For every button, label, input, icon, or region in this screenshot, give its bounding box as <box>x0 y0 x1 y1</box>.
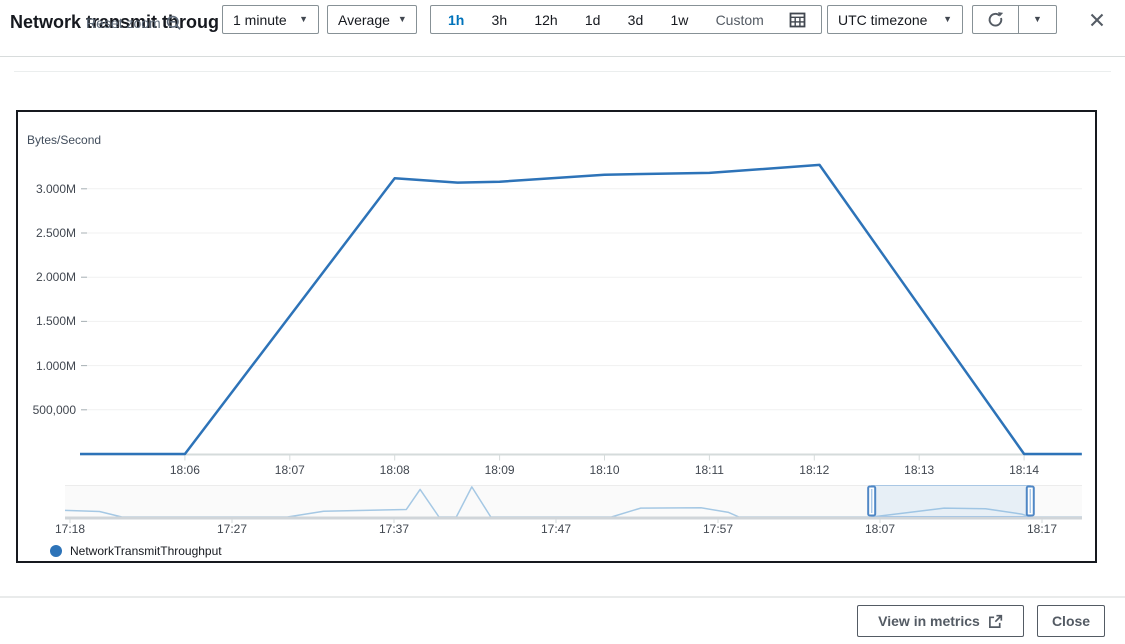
navigator-tick-label: 18:17 <box>1027 523 1057 536</box>
reset-zoom-label: Reset zoom <box>86 15 161 31</box>
statistic-select[interactable]: Average ▼ <box>327 5 417 34</box>
time-range-selector: 1h 3h 12h 1d 3d 1w Custom <box>430 5 822 34</box>
legend-series-dot <box>50 545 62 557</box>
view-in-metrics-button[interactable]: View in metrics <box>857 605 1024 637</box>
x-axis-tick-label: 18:07 <box>275 464 305 477</box>
chevron-down-icon: ▼ <box>299 15 308 24</box>
refresh-icon <box>987 11 1004 28</box>
footer-divider <box>0 596 1125 598</box>
y-axis-tick-label: 500,000 <box>18 403 76 417</box>
metric-chart[interactable] <box>18 112 1095 561</box>
metric-popout-modal: { "header": { "title": "Network transmit… <box>0 0 1125 644</box>
time-range-1d[interactable]: 1d <box>583 12 603 28</box>
content-divider <box>14 71 1111 72</box>
y-axis-tick-label: 3.000M <box>18 182 76 196</box>
navigator-tick-label: 17:18 <box>55 523 85 536</box>
refresh-options-button[interactable]: ▼ <box>1018 6 1056 33</box>
time-range-3d[interactable]: 3d <box>626 12 646 28</box>
time-range-12h[interactable]: 12h <box>532 12 559 28</box>
time-range-1h[interactable]: 1h <box>446 12 466 28</box>
legend-series-label[interactable]: NetworkTransmitThroughput <box>70 544 222 558</box>
navigator-tick-label: 17:57 <box>703 523 733 536</box>
y-axis-tick-label: 1.000M <box>18 359 76 373</box>
x-axis-tick-label: 18:13 <box>904 464 934 477</box>
header-divider <box>0 56 1125 57</box>
close-button-label: Close <box>1052 613 1090 629</box>
chart-panel: Bytes/Second NetworkTransmitThroughput 5… <box>16 110 1097 563</box>
navigator-tick-label: 17:37 <box>379 523 409 536</box>
x-axis-tick-label: 18:09 <box>485 464 515 477</box>
navigator-tick-label: 18:07 <box>865 523 895 536</box>
chevron-down-icon: ▼ <box>1033 15 1042 24</box>
chevron-down-icon: ▼ <box>398 15 407 24</box>
x-axis-tick-label: 18:08 <box>380 464 410 477</box>
y-axis-tick-label: 2.500M <box>18 226 76 240</box>
view-in-metrics-label: View in metrics <box>878 613 980 629</box>
period-select-value: 1 minute <box>233 12 287 28</box>
y-axis-tick-label: 1.500M <box>18 314 76 328</box>
time-range-3h[interactable]: 3h <box>490 12 510 28</box>
refresh-button[interactable] <box>973 6 1018 33</box>
navigator-tick-label: 17:47 <box>541 523 571 536</box>
refresh-split-button: ▼ <box>972 5 1057 34</box>
timezone-select[interactable]: UTC timezone ▼ <box>827 5 963 34</box>
close-button[interactable]: Close <box>1037 605 1105 637</box>
zoom-out-icon <box>166 15 182 31</box>
time-range-1w[interactable]: 1w <box>668 12 690 28</box>
timezone-select-value: UTC timezone <box>838 12 927 28</box>
period-select[interactable]: 1 minute ▼ <box>222 5 319 34</box>
calendar-icon[interactable] <box>789 11 806 28</box>
x-axis-tick-label: 18:10 <box>589 464 619 477</box>
series-line-networktransmitthroughput <box>80 165 1082 454</box>
x-axis-tick-label: 18:06 <box>170 464 200 477</box>
chevron-down-icon: ▼ <box>943 15 952 24</box>
x-axis-tick-label: 18:14 <box>1009 464 1039 477</box>
x-axis-tick-label: 18:12 <box>799 464 829 477</box>
modal-close-button[interactable] <box>1088 11 1106 29</box>
chart-legend: NetworkTransmitThroughput <box>50 544 222 558</box>
y-axis-tick-label: 2.000M <box>18 270 76 284</box>
external-link-icon <box>988 614 1003 629</box>
reset-zoom-button[interactable]: Reset zoom <box>86 15 182 31</box>
time-range-custom[interactable]: Custom <box>714 12 766 28</box>
statistic-select-value: Average <box>338 12 390 28</box>
navigator-tick-label: 17:27 <box>217 523 247 536</box>
x-axis-tick-label: 18:11 <box>695 464 724 477</box>
navigator-selection[interactable] <box>872 486 1031 517</box>
close-icon <box>1089 12 1105 28</box>
